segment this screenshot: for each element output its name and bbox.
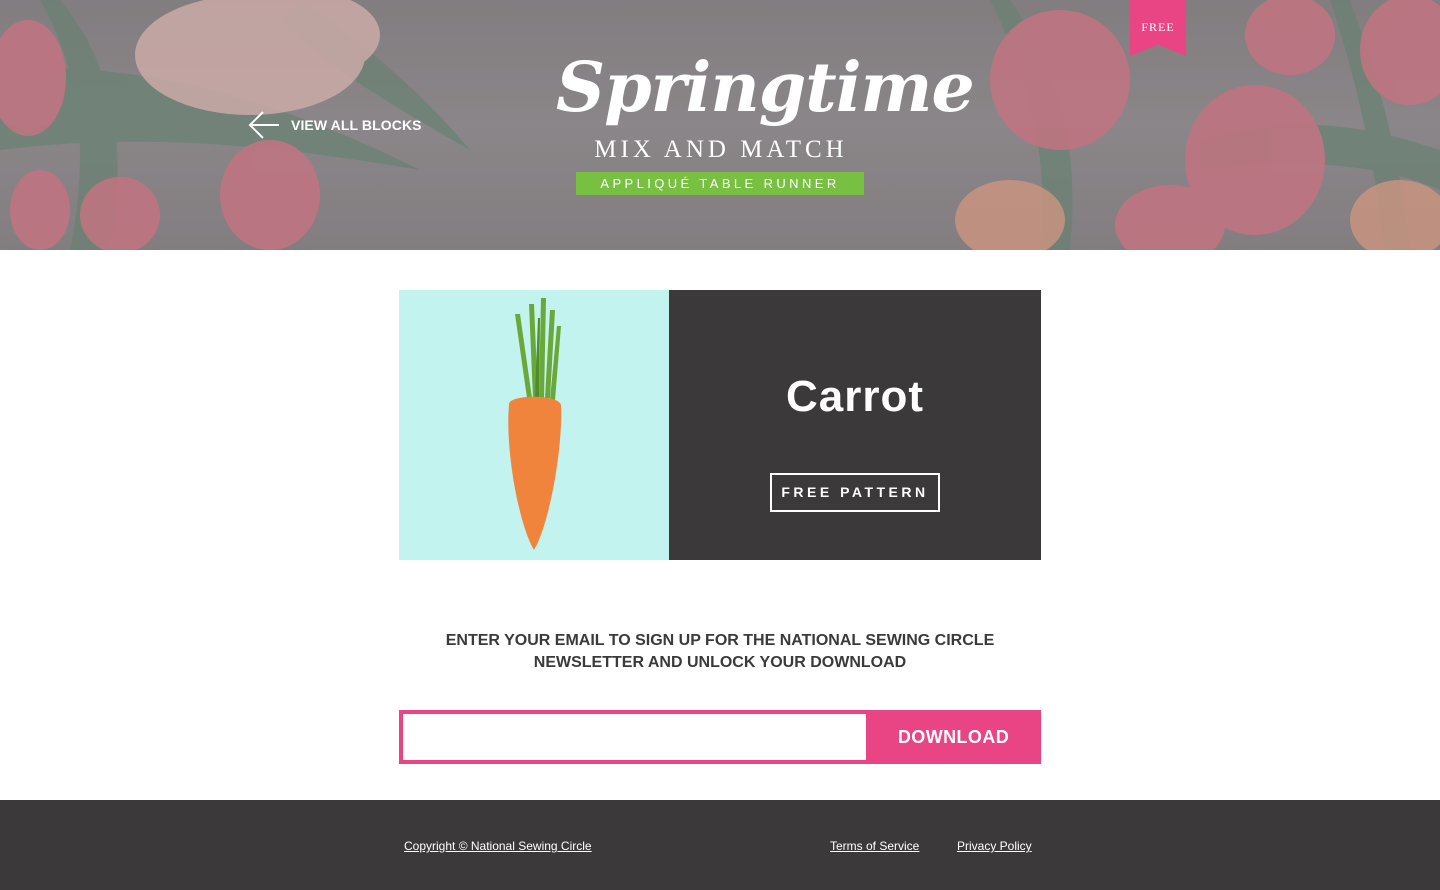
- copyright-link[interactable]: Copyright © National Sewing Circle: [404, 839, 592, 853]
- pattern-card: Carrot FREE PATTERN: [399, 290, 1041, 560]
- carrot-illustration-panel: [399, 290, 669, 560]
- springtime-logo: Springtime MIX AND MATCH APPLIQUÉ TABLE …: [556, 46, 975, 196]
- download-button[interactable]: DOWNLOAD: [866, 710, 1041, 764]
- logo-band: APPLIQUÉ TABLE RUNNER: [576, 172, 864, 195]
- signup-form: DOWNLOAD: [399, 710, 1041, 764]
- arrow-left-icon: [248, 111, 279, 139]
- pattern-info-panel: Carrot FREE PATTERN: [669, 290, 1041, 560]
- privacy-policy-link[interactable]: Privacy Policy: [957, 839, 1032, 853]
- view-all-blocks-label: VIEW ALL BLOCKS: [291, 117, 422, 133]
- footer: Copyright © National Sewing Circle Terms…: [0, 800, 1440, 890]
- terms-of-service-link[interactable]: Terms of Service: [830, 839, 919, 853]
- free-pattern-button[interactable]: FREE PATTERN: [770, 473, 940, 512]
- logo-script-title: Springtime: [556, 48, 975, 128]
- email-input[interactable]: [399, 710, 866, 764]
- pattern-title: Carrot: [785, 372, 925, 421]
- hero-banner: VIEW ALL BLOCKS Springtime MIX AND MATCH…: [0, 0, 1440, 250]
- logo-subtitle: MIX AND MATCH: [594, 136, 848, 163]
- free-ribbon-label: FREE: [1141, 20, 1175, 34]
- carrot-illustration: [508, 298, 562, 550]
- view-all-blocks-link[interactable]: VIEW ALL BLOCKS: [248, 110, 422, 140]
- signup-instructions: ENTER YOUR EMAIL TO SIGN UP FOR THE NATI…: [445, 632, 995, 671]
